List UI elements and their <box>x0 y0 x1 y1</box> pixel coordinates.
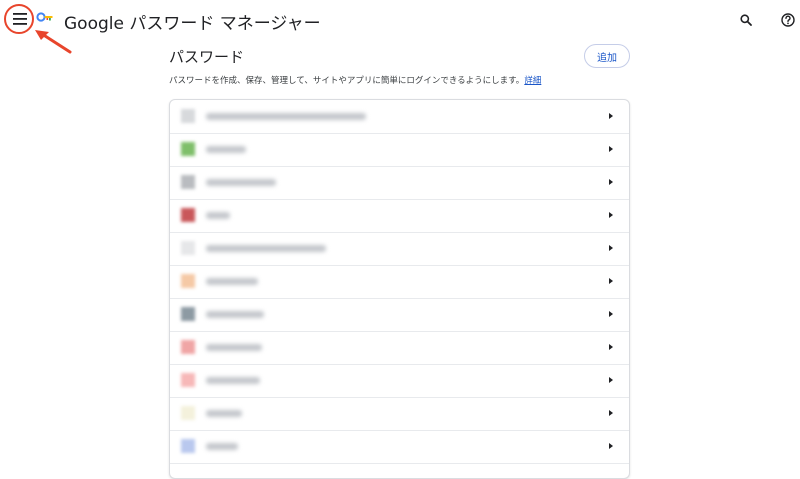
password-entry-row[interactable] <box>170 166 629 200</box>
site-favicon-icon <box>181 208 195 222</box>
redacted-site-name <box>206 311 264 318</box>
redacted-site-name <box>206 410 242 417</box>
site-favicon-icon <box>181 274 195 288</box>
chevron-right-icon <box>609 443 613 449</box>
site-favicon-icon <box>181 175 195 189</box>
main-menu-button[interactable] <box>8 7 32 31</box>
redacted-site-name <box>206 146 246 153</box>
redacted-site-name <box>206 377 260 384</box>
chevron-right-icon <box>609 311 613 317</box>
details-link[interactable]: 詳細 <box>524 76 541 86</box>
site-favicon-icon <box>181 241 195 255</box>
add-password-button[interactable]: 追加 <box>584 44 630 68</box>
page-title: パスワード <box>169 48 245 66</box>
password-entry-row[interactable] <box>170 199 629 233</box>
chevron-right-icon <box>609 278 613 284</box>
description-text: パスワードを作成、保存、管理して、サイトやアプリに簡単にログインできるようにしま… <box>169 76 525 86</box>
hamburger-menu-icon <box>13 13 27 25</box>
chevron-right-icon <box>609 377 613 383</box>
chevron-right-icon <box>609 410 613 416</box>
redacted-site-name <box>206 245 326 252</box>
chevron-right-icon <box>609 179 613 185</box>
redacted-site-name <box>206 212 230 219</box>
page-description: パスワードを作成、保存、管理して、サイトやアプリに簡単にログインできるようにしま… <box>169 74 541 86</box>
password-entry-row[interactable] <box>170 397 629 431</box>
key-icon <box>36 12 53 22</box>
site-favicon-icon <box>181 340 195 354</box>
chevron-right-icon <box>609 146 613 152</box>
redacted-site-name <box>206 344 262 351</box>
site-favicon-icon <box>181 406 195 420</box>
redacted-site-name <box>206 179 276 186</box>
site-favicon-icon <box>181 307 195 321</box>
help-button[interactable] <box>776 8 800 32</box>
site-favicon-icon <box>181 142 195 156</box>
site-favicon-icon <box>181 109 195 123</box>
password-entry-row[interactable] <box>170 364 629 398</box>
redacted-site-name <box>206 278 258 285</box>
site-favicon-icon <box>181 439 195 453</box>
redacted-site-name <box>206 113 366 120</box>
password-entry-row[interactable] <box>170 265 629 299</box>
password-entry-row[interactable] <box>170 430 629 464</box>
app-title: Google パスワード マネージャー <box>64 14 321 34</box>
password-entry-row[interactable] <box>170 133 629 167</box>
help-icon <box>781 13 795 27</box>
search-button[interactable] <box>734 8 758 32</box>
chevron-right-icon <box>609 113 613 119</box>
search-icon <box>740 14 752 26</box>
chevron-right-icon <box>609 245 613 251</box>
password-entry-row[interactable] <box>170 100 629 134</box>
password-list <box>169 99 630 479</box>
password-entry-row[interactable] <box>170 232 629 266</box>
chevron-right-icon <box>609 344 613 350</box>
redacted-site-name <box>206 443 238 450</box>
top-app-bar: Google パスワード マネージャー <box>0 0 800 54</box>
password-entry-row[interactable] <box>170 298 629 332</box>
chevron-right-icon <box>609 212 613 218</box>
site-favicon-icon <box>181 373 195 387</box>
password-entry-row[interactable] <box>170 331 629 365</box>
